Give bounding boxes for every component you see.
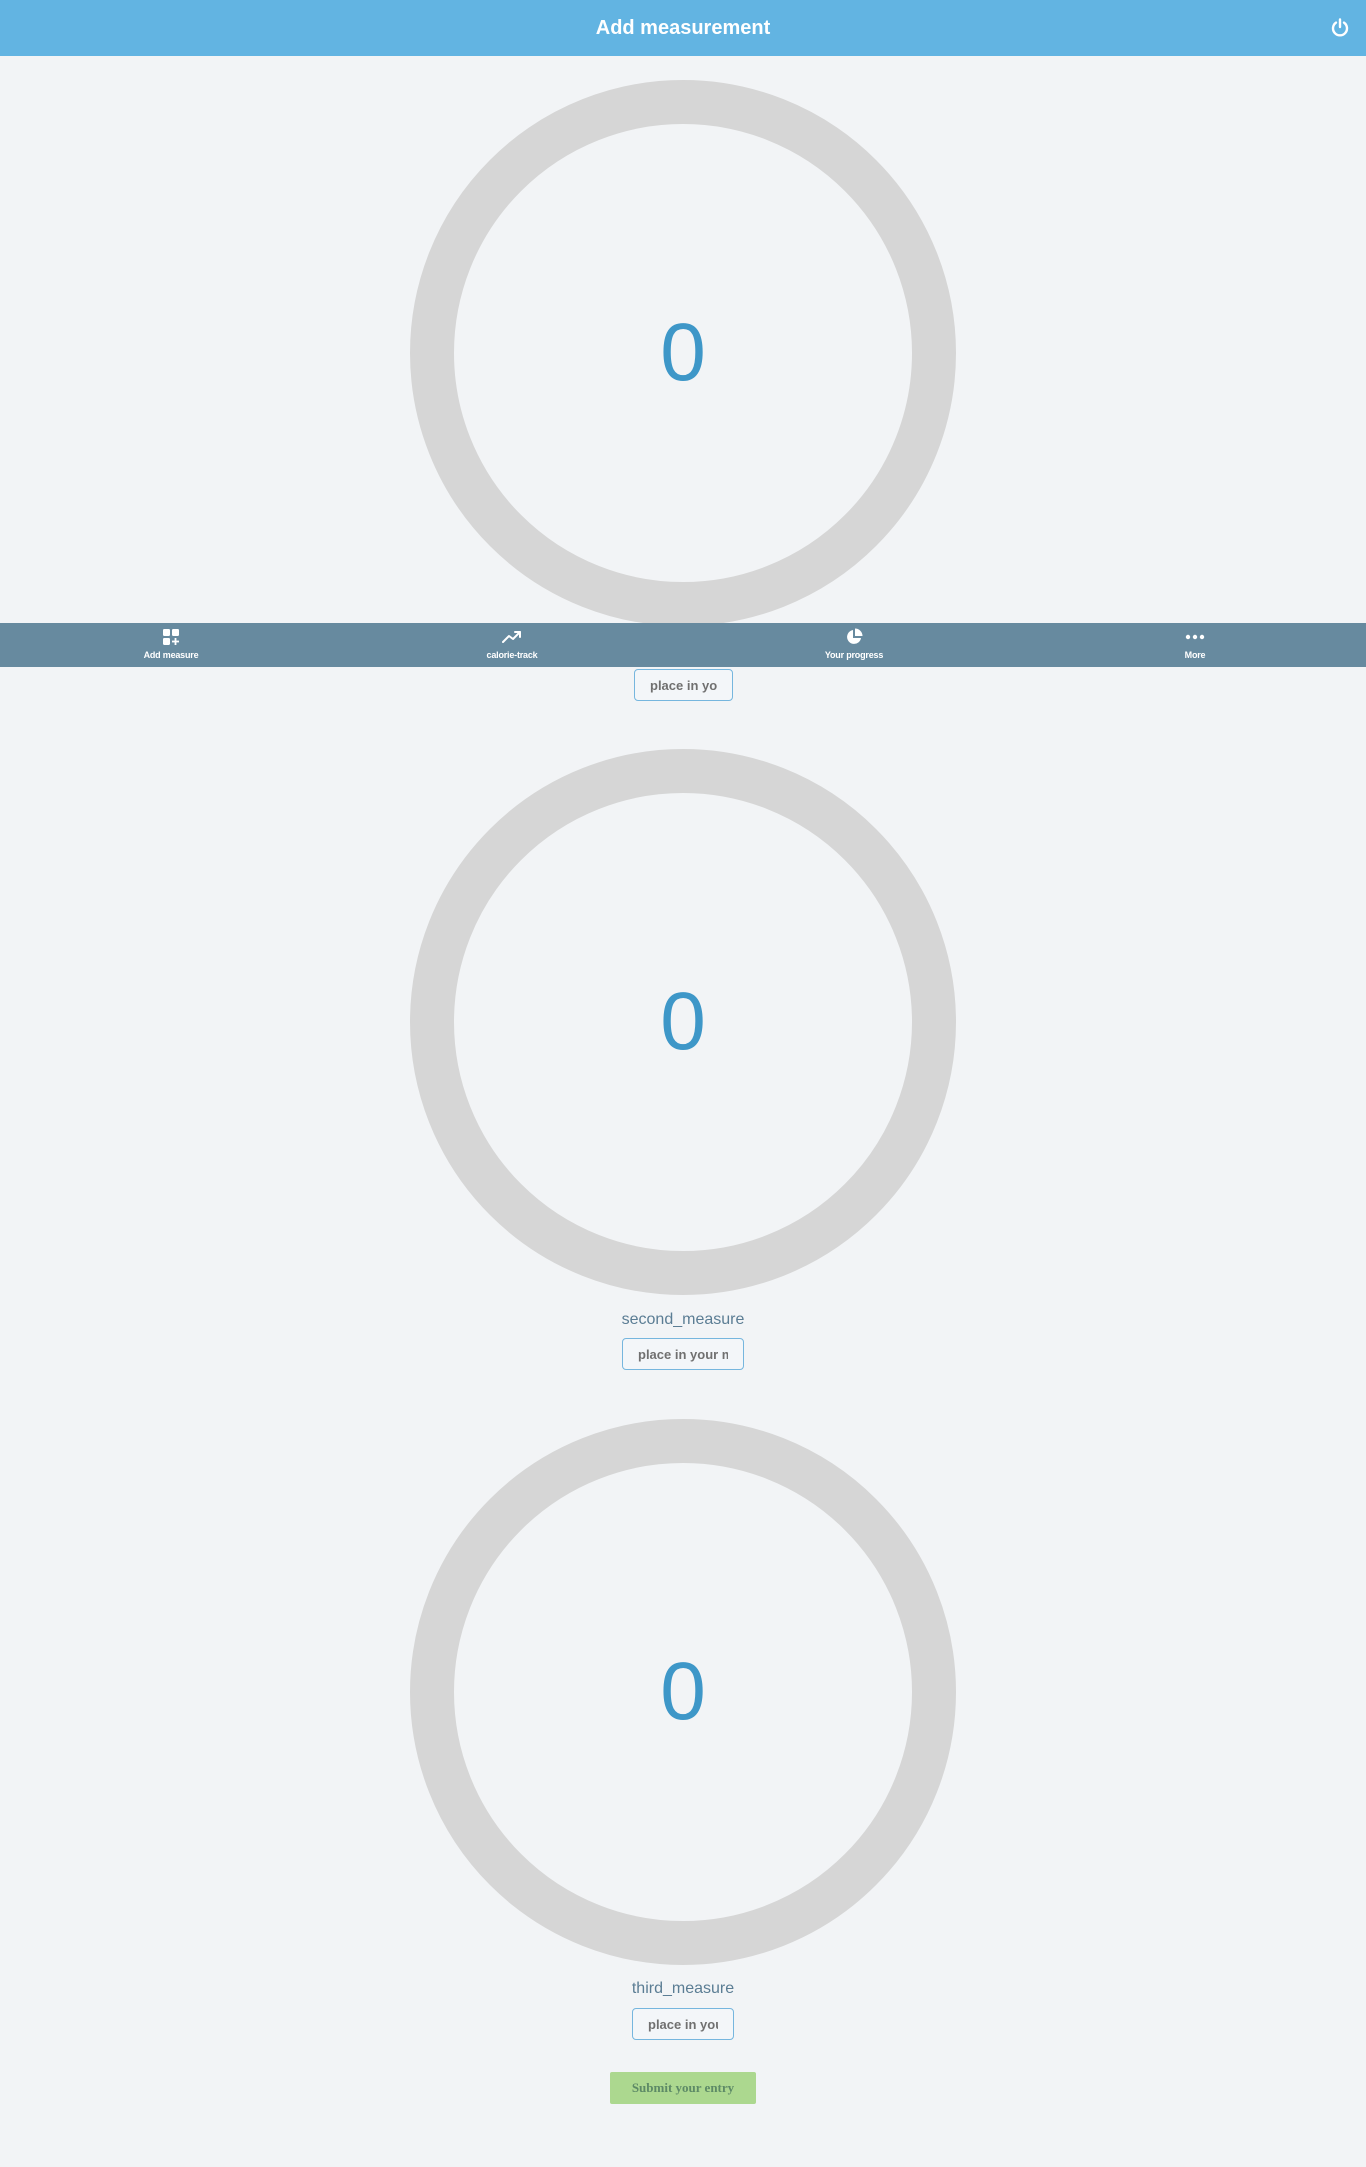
tab-label: Your progress <box>824 650 884 660</box>
third-measure-label: third_measure <box>631 1980 735 1997</box>
tab-label: calorie-track <box>486 650 538 660</box>
gauge-value: 0 <box>660 1646 706 1737</box>
first-measure-input[interactable] <box>634 669 733 701</box>
submit-button[interactable]: Submit your entry <box>610 2072 756 2104</box>
third-measure-input[interactable] <box>632 2008 734 2040</box>
grid-plus-icon <box>163 629 179 645</box>
tab-label: Add measure <box>143 650 199 660</box>
power-button[interactable] <box>1326 14 1354 42</box>
power-icon <box>1331 18 1349 37</box>
page-title: Add measurement <box>595 17 771 39</box>
measure-gauge-2: 0 <box>410 749 956 1295</box>
bottom-tab-bar: Add measure calorie-track Your progress <box>0 623 1366 667</box>
second-measure-input[interactable] <box>622 1338 744 1370</box>
trending-up-icon <box>502 631 521 643</box>
measure-gauge-1: 0 <box>410 80 956 626</box>
tab-more[interactable]: More <box>1095 623 1295 667</box>
pie-chart-icon <box>847 628 863 644</box>
tab-calorie-track[interactable]: calorie-track <box>412 623 612 667</box>
tab-label: More <box>1184 650 1206 660</box>
tab-your-progress[interactable]: Your progress <box>754 623 954 667</box>
second-measure-label: second_measure <box>621 1311 745 1328</box>
gauge-value: 0 <box>660 976 706 1067</box>
tab-add-measure[interactable]: Add measure <box>71 623 271 667</box>
more-dots-icon <box>1185 634 1205 640</box>
measure-gauge-3: 0 <box>410 1419 956 1965</box>
gauge-value: 0 <box>660 307 706 398</box>
app-header: Add measurement <box>0 0 1366 56</box>
